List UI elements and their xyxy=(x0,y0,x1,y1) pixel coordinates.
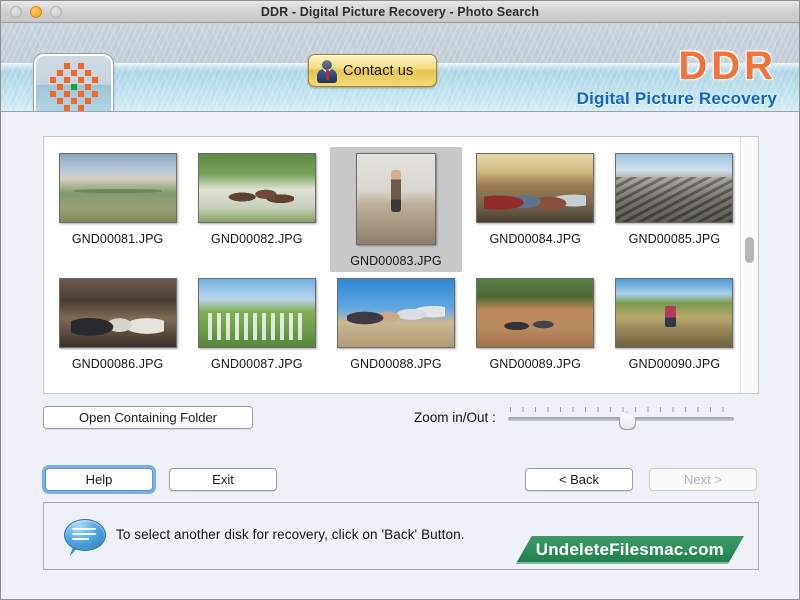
maximize-window-button[interactable] xyxy=(50,6,62,18)
thumbnail-image[interactable] xyxy=(476,153,594,223)
thumbnail-image[interactable] xyxy=(615,153,733,223)
contact-us-label: Contact us xyxy=(343,63,413,79)
thumbnail-item[interactable]: GND00084.JPG xyxy=(470,147,601,272)
main-content: GND00081.JPG GND00082.JPG GND00083.JPG G… xyxy=(1,112,799,600)
status-bar: To select another disk for recovery, cli… xyxy=(43,502,759,570)
scrollbar-thumb[interactable] xyxy=(745,237,754,263)
window-controls xyxy=(1,6,62,18)
thumbnail-filename: GND00084.JPG xyxy=(489,232,581,246)
minimize-window-button[interactable] xyxy=(30,6,42,18)
thumbnail-item[interactable]: GND00086.JPG xyxy=(52,272,183,375)
thumbnail-filename: GND00089.JPG xyxy=(489,357,581,371)
thumbnail-image[interactable] xyxy=(198,153,316,223)
close-window-button[interactable] xyxy=(10,6,22,18)
back-button[interactable]: < Back xyxy=(525,468,633,491)
status-message: To select another disk for recovery, cli… xyxy=(116,527,465,542)
thumbnail-filename: GND00087.JPG xyxy=(211,357,303,371)
window-title: DDR - Digital Picture Recovery - Photo S… xyxy=(1,5,799,19)
thumbnail-row: GND00081.JPG GND00082.JPG GND00083.JPG G… xyxy=(44,147,740,272)
logo-mosaic-grid xyxy=(50,63,98,111)
thumbnail-image[interactable] xyxy=(59,278,177,348)
thumbnail-image[interactable] xyxy=(59,153,177,223)
person-icon xyxy=(316,59,338,83)
brand-subtitle: Digital Picture Recovery xyxy=(577,89,777,109)
contact-us-button[interactable]: Contact us xyxy=(308,54,437,87)
exit-button[interactable]: Exit xyxy=(169,468,277,491)
thumbnail-filename: GND00088.JPG xyxy=(350,357,442,371)
header-banner: Contact us DDR Digital Picture Recovery xyxy=(1,23,799,112)
thumbnail-filename: GND00086.JPG xyxy=(72,357,164,371)
zoom-control-row: Zoom in/Out : xyxy=(414,406,734,428)
help-button[interactable]: Help xyxy=(45,468,153,491)
thumbnail-item[interactable]: GND00085.JPG xyxy=(609,147,740,272)
thumbnail-item[interactable]: GND00090.JPG xyxy=(609,272,740,375)
thumbnail-image[interactable] xyxy=(476,278,594,348)
thumbnail-image[interactable] xyxy=(198,278,316,348)
app-window: DDR - Digital Picture Recovery - Photo S… xyxy=(0,0,800,600)
zoom-slider-thumb[interactable] xyxy=(619,412,636,430)
thumbnail-filename: GND00083.JPG xyxy=(350,254,442,268)
thumbnail-item[interactable]: GND00081.JPG xyxy=(52,147,183,272)
thumbnail-row: GND00086.JPG GND00087.JPG GND00088.JPG G… xyxy=(44,272,740,375)
title-bar: DDR - Digital Picture Recovery - Photo S… xyxy=(1,1,799,23)
thumbnail-item-selected[interactable]: GND00083.JPG xyxy=(330,147,461,272)
open-containing-folder-button[interactable]: Open Containing Folder xyxy=(43,406,253,429)
next-button: Next > xyxy=(649,468,757,491)
thumbnail-item[interactable]: GND00087.JPG xyxy=(191,272,322,375)
thumbnail-filename: GND00081.JPG xyxy=(72,232,164,246)
thumbnail-filename: GND00082.JPG xyxy=(211,232,303,246)
brand-title: DDR xyxy=(577,45,777,87)
zoom-slider-ticks xyxy=(510,407,732,412)
website-ribbon: UndeleteFilesmac.com xyxy=(516,536,744,564)
thumbnail-grid: GND00081.JPG GND00082.JPG GND00083.JPG G… xyxy=(44,137,740,393)
thumbnail-item[interactable]: GND00088.JPG xyxy=(330,272,461,375)
brand-lockup: DDR Digital Picture Recovery xyxy=(577,45,777,109)
thumbnail-filename: GND00085.JPG xyxy=(629,232,721,246)
thumbnail-item[interactable]: GND00089.JPG xyxy=(470,272,601,375)
photo-grid-panel: GND00081.JPG GND00082.JPG GND00083.JPG G… xyxy=(43,136,759,394)
thumbnail-image[interactable] xyxy=(337,278,455,348)
speech-bubble-icon xyxy=(64,519,104,555)
zoom-slider[interactable] xyxy=(508,406,734,428)
vertical-scrollbar[interactable] xyxy=(740,137,758,393)
thumbnail-image[interactable] xyxy=(615,278,733,348)
ddr-mosaic-logo-icon xyxy=(34,54,113,112)
website-ribbon-label: UndeleteFilesmac.com xyxy=(536,540,724,560)
zoom-label: Zoom in/Out : xyxy=(414,410,496,425)
thumbnail-image[interactable] xyxy=(356,153,436,245)
thumbnail-filename: GND00090.JPG xyxy=(629,357,721,371)
thumbnail-item[interactable]: GND00082.JPG xyxy=(191,147,322,272)
